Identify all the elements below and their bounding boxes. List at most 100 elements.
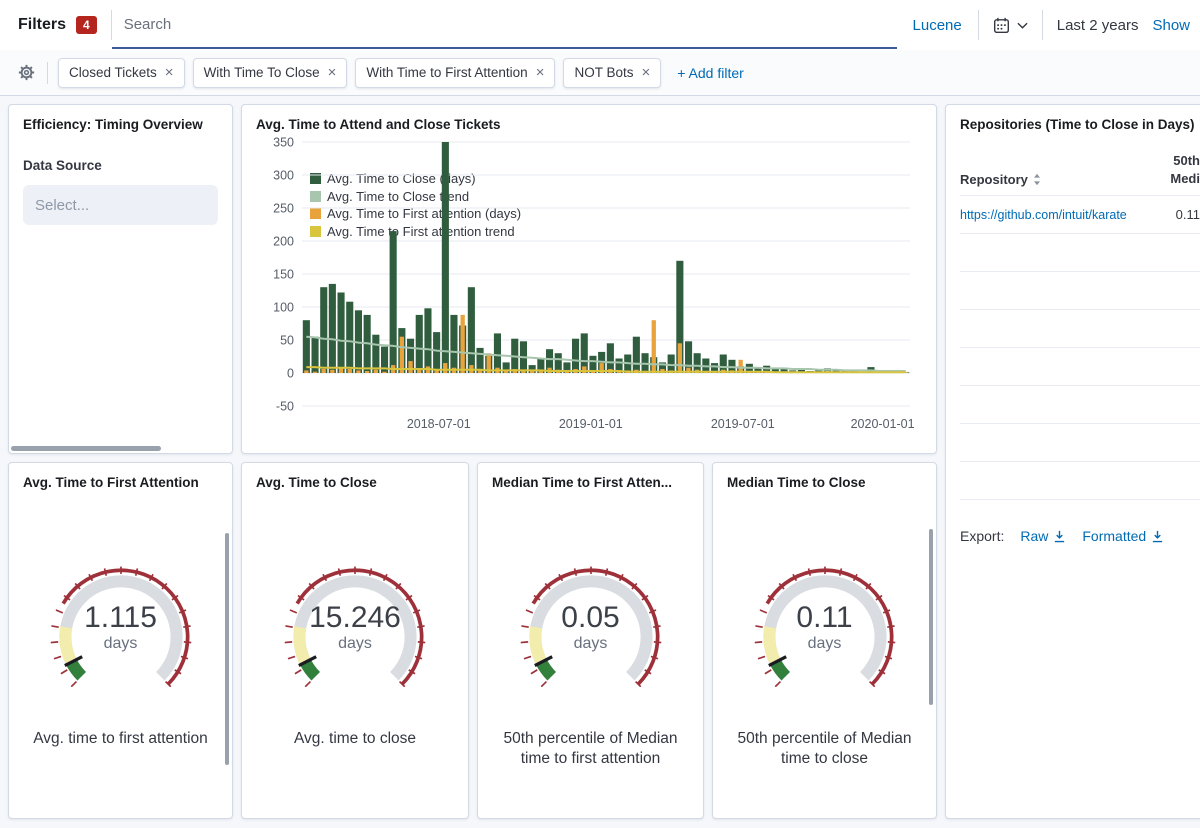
gauge-chart: 0.05 days (498, 548, 684, 687)
svg-text:0: 0 (287, 367, 294, 381)
svg-text:50: 50 (280, 334, 294, 348)
panel-timing-overview: Efficiency: Timing Overview Data Source … (8, 104, 233, 454)
vertical-scrollbar[interactable] (929, 529, 933, 705)
gear-icon (18, 64, 35, 81)
query-bar: Filters 4 Lucene Last 2 years Show (0, 0, 1200, 50)
filter-bar: Closed Tickets × With Time To Close × With T… (0, 50, 1200, 96)
gauge-chart: 0.11 days (732, 548, 918, 687)
bar-chart: Avg. Time to Close (days) Avg. Time to C… (256, 134, 922, 436)
column-header-repository[interactable]: Repository (960, 172, 1041, 187)
filter-pill[interactable]: NOT Bots × (563, 57, 662, 88)
panel-repositories: Repositories (Time to Close in Days) Rep… (945, 104, 1200, 819)
column-header-label: Repository (960, 172, 1028, 188)
panel-title: Efficiency: Timing Overview (23, 117, 203, 132)
data-source-select[interactable]: Select... (23, 185, 218, 225)
gauge-caption: 50th percentile of Median time to first … (503, 730, 678, 768)
search-input[interactable] (111, 1, 897, 49)
dashboard-grid: Efficiency: Timing Overview Data Source … (0, 96, 1200, 828)
filters-toggle[interactable]: Filters 4 (18, 16, 111, 34)
sort-icon (1033, 174, 1040, 186)
add-filter-link[interactable]: + Add filter (677, 65, 744, 81)
table-row-empty (960, 424, 1200, 463)
export-formatted-link[interactable]: Formatted (1082, 528, 1164, 544)
table-row-empty (960, 386, 1200, 425)
svg-text:2019-07-01: 2019-07-01 (711, 417, 775, 431)
remove-filter-icon[interactable]: × (641, 65, 650, 80)
empty-table-rows (960, 234, 1200, 501)
gauge-reading: 15.246 days (262, 602, 448, 654)
table-row-empty (960, 272, 1200, 311)
column-header-percentile[interactable]: 50th Medi (1170, 152, 1200, 187)
svg-text:100: 100 (273, 301, 294, 315)
svg-text:2018-07-01: 2018-07-01 (407, 417, 471, 431)
panel-gauge-avg-close: Avg. Time to Close 15.246 days Avg. time… (241, 462, 469, 819)
panel-title: Avg. Time to Attend and Close Tickets (256, 117, 501, 132)
filter-pill[interactable]: With Time to First Attention × (355, 57, 556, 88)
svg-text:300: 300 (273, 169, 294, 183)
data-source-label: Data Source (23, 158, 102, 173)
divider (47, 61, 48, 84)
query-language-button[interactable]: Lucene (897, 17, 978, 34)
gauge-value: 0.11 (796, 601, 853, 634)
gauge-reading: 1.115 days (28, 602, 214, 654)
panel-title: Repositories (Time to Close in Days) (960, 117, 1195, 132)
repositories-table: Repository 50th Medi https://github.com/… (960, 152, 1200, 501)
filter-pill[interactable]: With Time To Close × (192, 57, 348, 88)
panel-gauge-median-first-attention: Median Time to First Atten... 0.05 days … (477, 462, 704, 819)
svg-text:2020-01-01: 2020-01-01 (851, 417, 915, 431)
horizontal-scrollbar[interactable] (11, 446, 161, 451)
svg-text:150: 150 (273, 268, 294, 282)
date-picker-button[interactable] (979, 0, 1042, 50)
table-row-empty (960, 348, 1200, 387)
download-icon (1153, 530, 1163, 542)
filters-label: Filters (18, 16, 67, 33)
gauge-chart: 15.246 days (262, 548, 448, 687)
svg-text:350: 350 (273, 136, 294, 150)
panel-title: Avg. Time to Close (256, 475, 377, 490)
gauge-reading: 0.05 days (498, 602, 684, 654)
filter-pill[interactable]: Closed Tickets × (58, 57, 185, 88)
show-dates-link[interactable]: Show (1152, 17, 1190, 34)
remove-filter-icon[interactable]: × (328, 65, 337, 80)
select-placeholder: Select... (35, 196, 90, 214)
svg-text:2019-01-01: 2019-01-01 (559, 417, 623, 431)
filter-pill-group: Closed Tickets × With Time To Close × With T… (58, 57, 662, 88)
gauge-unit: days (103, 635, 138, 652)
search-bar: Lucene (111, 0, 978, 50)
gauge-value: 0.05 (561, 601, 620, 634)
table-header-row: Repository 50th Medi (960, 152, 1200, 197)
filter-pill-label: With Time to First Attention (366, 65, 528, 80)
gauge-unit: days (807, 635, 842, 652)
chevron-down-icon (1017, 22, 1028, 29)
download-icon (1055, 530, 1065, 542)
gauge-caption: Avg. time to close (293, 730, 417, 747)
export-label: Export: (960, 528, 1005, 545)
bar-chart-svg: -50 0 50 100 150 200 250 300 350 2018-07-01 2019-0… (273, 136, 915, 432)
table-row-empty (960, 234, 1200, 273)
filter-pill-label: NOT Bots (574, 65, 634, 80)
repository-value: 0.11 (1175, 207, 1200, 223)
panel-gauge-median-close: Median Time to Close 0.11 days 50th perc… (712, 462, 937, 819)
remove-filter-icon[interactable]: × (536, 65, 545, 80)
calendar-icon (993, 17, 1009, 33)
export-raw-link[interactable]: Raw (1020, 528, 1066, 544)
table-row-empty (960, 462, 1200, 501)
gauge-unit: days (338, 635, 372, 652)
gauge-reading: 0.11 days (732, 602, 918, 654)
vertical-scrollbar[interactable] (225, 533, 229, 765)
export-row: Export: Raw Formatted (960, 528, 1200, 544)
panel-attend-close-chart: Avg. Time to Attend and Close Tickets Av… (241, 104, 937, 454)
filter-pill-label: With Time To Close (203, 65, 320, 80)
remove-filter-icon[interactable]: × (165, 65, 174, 80)
gauge-caption: Avg. time to first attention (33, 730, 208, 747)
panel-title: Median Time to First Atten... (492, 475, 673, 490)
filter-options-button[interactable] (16, 62, 37, 83)
filters-count-badge: 4 (76, 16, 97, 34)
table-row: https://github.com/intuit/karate 0.11 (960, 196, 1200, 235)
svg-text:200: 200 (273, 235, 294, 249)
time-range-button[interactable]: Last 2 years (1043, 17, 1153, 34)
repository-link[interactable]: https://github.com/intuit/karate (960, 208, 1127, 222)
panel-title: Median Time to Close (727, 475, 866, 490)
panel-title: Avg. Time to First Attention (23, 475, 199, 490)
gauge-value: 1.115 (84, 601, 157, 634)
